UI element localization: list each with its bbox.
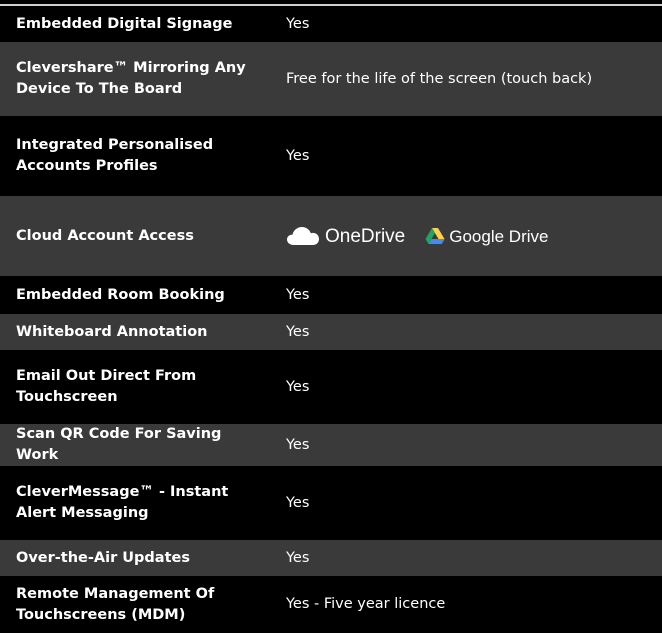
feature-value: Yes — [286, 549, 310, 566]
feature-value: Yes — [286, 436, 310, 453]
table-row: Integrated Personalised Accounts Profile… — [0, 116, 662, 196]
feature-value: Yes — [286, 147, 310, 164]
google-drive-icon — [425, 228, 445, 244]
feature-label: Scan QR Code For Saving Work — [16, 426, 222, 463]
feature-label: Embedded Room Booking — [16, 286, 225, 303]
table-row: Clevershare™ Mirroring Any Device To The… — [0, 42, 662, 116]
feature-label: Embedded Digital Signage — [16, 15, 233, 32]
features-table: Embedded Digital Signage Yes Clevershare… — [0, 6, 662, 633]
table-row: Remote Management Of Touchscreens (MDM) … — [0, 576, 662, 633]
onedrive-logo: OneDrive — [286, 226, 405, 247]
feature-value: Yes — [286, 323, 310, 340]
table-row: Email Out Direct From Touchscreen Yes — [0, 350, 662, 424]
feature-label: Email Out Direct From Touchscreen — [16, 368, 197, 405]
table-row: Whiteboard Annotation Yes — [0, 314, 662, 350]
cloud-logos: OneDrive Google Drive — [270, 196, 662, 276]
table-row: Cloud Account Access OneDrive Google Dri… — [0, 196, 662, 276]
table-row: Over-the-Air Updates Yes — [0, 540, 662, 576]
onedrive-label: OneDrive — [325, 225, 406, 247]
table-row: Scan QR Code For Saving Work Yes — [0, 424, 662, 466]
feature-label: Whiteboard Annotation — [16, 323, 208, 340]
feature-label: CleverMessage™ - Instant Alert Messaging — [16, 484, 229, 521]
table-row: Embedded Digital Signage Yes — [0, 6, 662, 42]
feature-label: Integrated Personalised Accounts Profile… — [16, 137, 214, 174]
feature-value: Free for the life of the screen (touch b… — [286, 70, 593, 87]
google-drive-logo: Google Drive — [425, 226, 548, 247]
feature-label: Remote Management Of Touchscreens (MDM) — [16, 585, 215, 623]
feature-label: Cloud Account Access — [16, 227, 194, 244]
table-row: CleverMessage™ - Instant Alert Messaging… — [0, 466, 662, 540]
feature-label: Over-the-Air Updates — [16, 549, 190, 566]
feature-value: Yes - Five year licence — [286, 596, 446, 612]
feature-value: Yes — [286, 286, 310, 303]
onedrive-cloud-icon — [287, 227, 319, 245]
feature-label: Clevershare™ Mirroring Any Device To The… — [16, 60, 246, 97]
feature-value: Yes — [286, 494, 310, 511]
google-drive-label: Google Drive — [449, 226, 549, 246]
feature-value: Yes — [286, 15, 310, 32]
feature-value: Yes — [286, 378, 310, 395]
table-row: Embedded Room Booking Yes — [0, 276, 662, 314]
